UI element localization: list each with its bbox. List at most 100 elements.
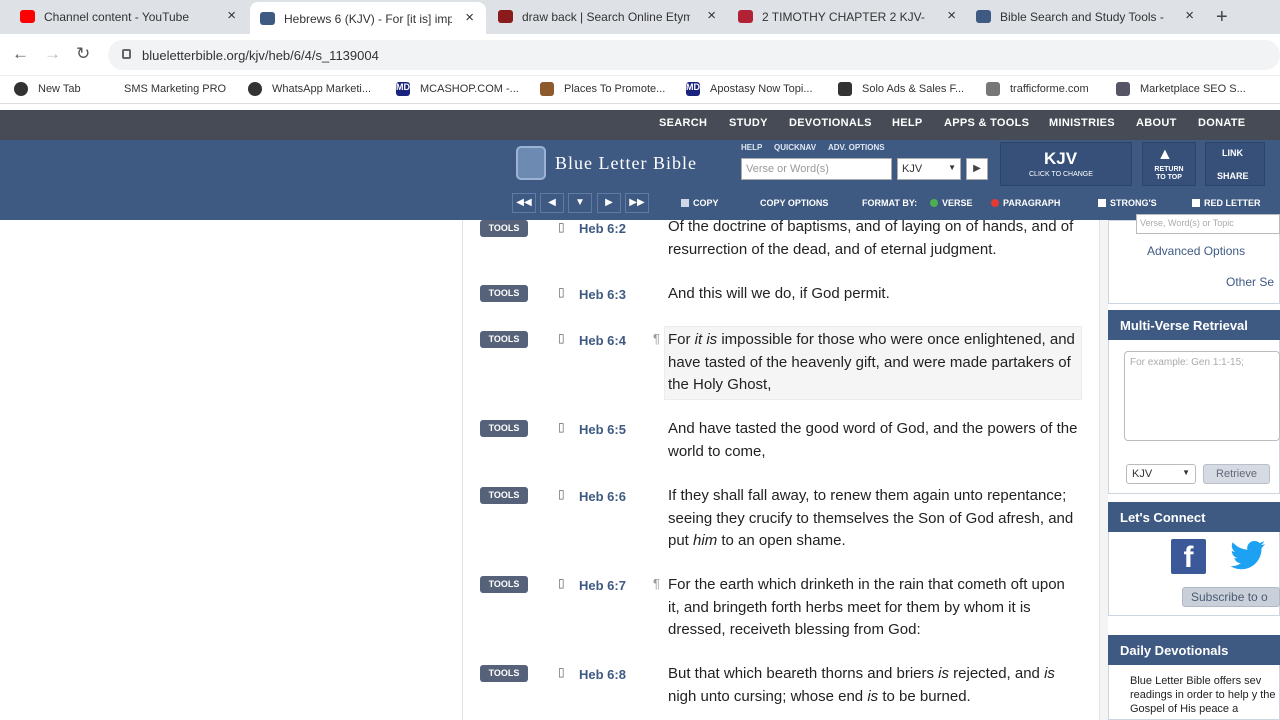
strongs-toggle[interactable]: STRONG'S [1098, 198, 1157, 208]
bookmark-item[interactable]: Places To Promote... [564, 83, 665, 95]
bookmark-item[interactable]: Solo Ads & Sales F... [862, 83, 964, 95]
verse-text: For it is impossible for those who were … [668, 329, 1080, 397]
close-tab-icon[interactable]: × [1185, 7, 1194, 24]
bookmark-icon[interactable]: ▯ [558, 576, 565, 590]
verse-ref[interactable]: Heb 6:4 [579, 333, 626, 348]
nav-devotionals[interactable]: DEVOTIONALS [789, 117, 872, 129]
tools-button[interactable]: TOOLS [480, 285, 528, 302]
twitter-icon[interactable] [1230, 541, 1266, 571]
bookmark-icon[interactable]: ▯ [558, 487, 565, 501]
bookmark-icon[interactable]: ▯ [558, 285, 565, 299]
sidebar-search-input[interactable]: Verse, Word(s) or Topic [1136, 214, 1280, 234]
verse-ref[interactable]: Heb 6:6 [579, 489, 626, 504]
verse-ref[interactable]: Heb 6:3 [579, 287, 626, 302]
share-button[interactable]: SHARE [1217, 171, 1249, 181]
verse-ref[interactable]: Heb 6:5 [579, 422, 626, 437]
back-icon[interactable]: ← [12, 44, 29, 64]
copy-button[interactable]: COPY [681, 198, 719, 208]
browser-tab-youtube[interactable]: Channel content - YouTube Studio × [0, 0, 248, 34]
browser-tab-timothy[interactable]: 2 TIMOTHY CHAPTER 2 KJV- × [728, 0, 968, 34]
mvr-textarea[interactable]: For example: Gen 1:1-15; [1124, 351, 1280, 441]
bookmark-icon[interactable]: ▯ [558, 331, 565, 345]
verse-text-italic: is [1044, 665, 1055, 682]
connect-title: Let's Connect [1108, 502, 1280, 532]
checkbox-icon [1192, 199, 1200, 207]
facebook-icon[interactable]: f [1171, 539, 1206, 574]
nav-ministries[interactable]: MINISTRIES [1049, 117, 1115, 129]
close-tab-icon[interactable]: × [707, 7, 716, 24]
bookmark-item[interactable]: Marketplace SEO S... [1140, 83, 1246, 95]
close-tab-icon[interactable]: × [465, 9, 474, 26]
browser-tab-bible-search[interactable]: Bible Search and Study Tools - B × [966, 0, 1206, 34]
first-chapter-icon[interactable]: ◀◀ [512, 193, 536, 213]
bookmark-item[interactable]: trafficforme.com [1010, 83, 1089, 95]
copy-options-button[interactable]: COPY OPTIONS [760, 198, 828, 208]
tools-button[interactable]: TOOLS [480, 665, 528, 682]
prev-chapter-icon[interactable]: ◀ [540, 193, 564, 213]
bookmark-item[interactable]: MCASHOP.COM -... [420, 83, 519, 95]
red-letter-toggle[interactable]: RED LETTER [1192, 198, 1261, 208]
search-go-button[interactable]: ▶ [966, 158, 988, 180]
tools-button[interactable]: TOOLS [480, 576, 528, 593]
paragraph-format-option[interactable]: PARAGRAPH [991, 198, 1060, 208]
nav-about[interactable]: ABOUT [1136, 117, 1177, 129]
bookmark-icon[interactable]: ▯ [558, 420, 565, 434]
tools-button[interactable]: TOOLS [480, 487, 528, 504]
nav-study[interactable]: STUDY [729, 117, 768, 129]
bookmark-item[interactable]: Apostasy Now Topi... [710, 83, 813, 95]
version-change-label: CLICK TO CHANGE [1029, 171, 1093, 178]
close-tab-icon[interactable]: × [947, 7, 956, 24]
blb-icon [260, 12, 275, 25]
last-chapter-icon[interactable]: ▶▶ [625, 193, 649, 213]
quicknav-link[interactable]: QUICKNAV [774, 143, 816, 152]
tools-button[interactable]: TOOLS [480, 331, 528, 348]
download-icon[interactable]: ▼ [568, 193, 592, 213]
mvr-version-select[interactable]: KJV ▼ [1126, 464, 1196, 484]
devotionals-title: Daily Devotionals [1108, 635, 1280, 665]
car-icon [838, 82, 852, 96]
verse-ref[interactable]: Heb 6:8 [579, 667, 626, 682]
tab-title: Bible Search and Study Tools - B [1000, 10, 1168, 24]
nav-search[interactable]: SEARCH [659, 117, 707, 129]
strongs-label: STRONG'S [1110, 198, 1157, 208]
site-logo-text[interactable]: Blue Letter Bible [555, 153, 697, 174]
adv-options-link[interactable]: ADV. OPTIONS [828, 143, 885, 152]
tools-button[interactable]: TOOLS [480, 420, 528, 437]
youtube-icon [20, 10, 35, 23]
next-chapter-icon[interactable]: ▶ [597, 193, 621, 213]
verse-format-option[interactable]: VERSE [930, 198, 973, 208]
bookmark-item[interactable]: WhatsApp Marketi... [272, 83, 371, 95]
browser-tab-etymology[interactable]: draw back | Search Online Etym × [488, 0, 728, 34]
tools-button[interactable]: TOOLS [480, 220, 528, 237]
verse-search-input[interactable]: Verse or Word(s) [741, 158, 892, 180]
new-tab-icon[interactable]: + [1216, 6, 1228, 29]
verse-ref[interactable]: Heb 6:7 [579, 578, 626, 593]
help-link[interactable]: HELP [741, 143, 762, 152]
nav-apps-tools[interactable]: APPS & TOOLS [944, 117, 1029, 129]
arrow-up-icon: ▲ [1157, 146, 1173, 163]
globe-icon [14, 82, 28, 96]
retrieve-button[interactable]: Retrieve [1203, 464, 1270, 484]
verse-ref[interactable]: Heb 6:2 [579, 221, 626, 236]
version-select[interactable]: KJV ▼ [897, 158, 961, 180]
blb-logo-icon[interactable] [516, 146, 546, 180]
verse-text-part: to be burned. [878, 687, 971, 705]
subscribe-button[interactable]: Subscribe to o [1182, 587, 1280, 607]
nav-donate[interactable]: DONATE [1198, 117, 1245, 129]
verse-text-italic: is [867, 687, 879, 705]
bookmark-item[interactable]: New Tab [38, 83, 81, 95]
verse-text-italic: is [938, 665, 949, 682]
nav-help[interactable]: HELP [892, 117, 923, 129]
forward-icon[interactable]: → [44, 44, 61, 64]
paragraph-mark: ¶ [653, 576, 660, 591]
bookmark-icon[interactable]: ▯ [558, 665, 565, 679]
bible-icon [738, 10, 753, 23]
advanced-options-link[interactable]: Advanced Options [1147, 244, 1245, 258]
close-tab-icon[interactable]: × [227, 7, 236, 24]
browser-tab-hebrews[interactable]: Hebrews 6 (KJV) - For [it is] imp × [250, 2, 486, 34]
reload-icon[interactable]: ↻ [76, 44, 90, 64]
bookmark-icon[interactable]: ▯ [558, 220, 565, 234]
other-search-link[interactable]: Other Se [1226, 275, 1274, 289]
link-button[interactable]: LINK [1222, 148, 1243, 158]
bookmark-item[interactable]: SMS Marketing PRO [124, 83, 226, 95]
